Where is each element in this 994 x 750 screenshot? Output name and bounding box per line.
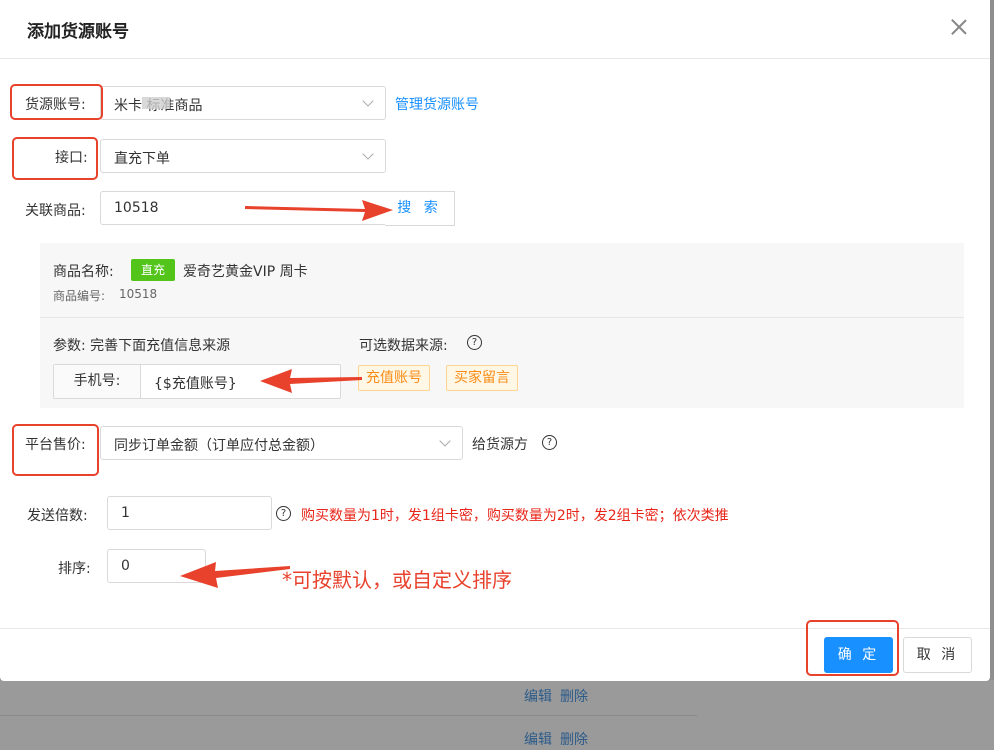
panel-divider [40,317,964,318]
params-label: 参数: 完善下面充值信息来源 [53,338,231,354]
interface-select[interactable]: 直充下单 [100,139,386,173]
delete-link[interactable]: 删除 [560,689,588,705]
chevron-down-icon [362,95,374,107]
background-row-actions: 编辑 删除 [524,686,596,706]
linked-product-label: 关联商品: [25,203,86,219]
phone-field-value: {$充值账号} [154,376,237,392]
annotation-box-platform-price [12,424,99,476]
source-tag-buyer-message[interactable]: 买家留言 [446,365,518,391]
manage-source-account-link[interactable]: 管理货源账号 [395,94,479,114]
sort-input[interactable]: 0 [107,549,206,583]
annotation-box-interface [12,137,98,180]
product-code-label: 商品编号: [53,289,106,303]
platform-price-value: 同步订单金额（订单应付总金额） [114,438,324,454]
optional-source-label: 可选数据来源: [359,338,448,354]
platform-price-select[interactable]: 同步订单金额（订单应付总金额） [100,426,463,460]
product-name-label: 商品名称: [53,264,114,280]
redacted-mask [142,97,170,109]
annotation-box-confirm [806,620,899,676]
help-icon[interactable]: ? [276,506,291,521]
direct-charge-tag: 直充 [131,259,175,281]
search-button[interactable]: 搜 索 [385,191,455,226]
close-icon[interactable] [948,16,970,38]
annotation-box-source-account [10,84,103,120]
phone-field-label: 手机号: [54,365,141,398]
phone-param-input[interactable]: 手机号: {$充值账号} [53,364,341,399]
platform-price-suffix: 给货源方 [472,437,528,453]
modal-header: 添加货源账号 [0,0,990,59]
chevron-down-icon [439,435,451,447]
chevron-down-icon [362,148,374,160]
delete-link[interactable]: 删除 [560,732,588,748]
edit-link[interactable]: 编辑 [524,732,552,748]
help-icon[interactable]: ? [542,435,557,450]
edit-link[interactable]: 编辑 [524,689,552,705]
modal-title: 添加货源账号 [27,22,129,42]
sort-label: 排序: [58,561,91,577]
interface-value: 直充下单 [114,151,170,167]
help-icon[interactable]: ? [467,335,482,350]
cancel-button[interactable]: 取 消 [903,637,972,673]
send-multiplier-hint: 购买数量为1时，发1组卡密，购买数量为2时，发2组卡密；依次类推 [301,508,729,524]
send-multiplier-value: 1 [121,505,130,521]
send-multiplier-input[interactable]: 1 [107,496,272,530]
product-name: 爱奇艺黄金VIP 周卡 [183,264,308,280]
background-row-divider [0,715,697,716]
sort-annotation: *可按默认，或自定义排序 [282,568,512,592]
sort-value: 0 [121,558,130,574]
source-tag-recharge-account[interactable]: 充值账号 [358,365,430,391]
linked-product-input[interactable]: 10518 [100,191,386,225]
send-multiplier-label: 发送倍数: [27,508,88,524]
linked-product-value: 10518 [114,200,159,216]
background-row-actions: 编辑 删除 [524,729,596,749]
add-source-account-modal: 添加货源账号 货源账号: 米卡 标准商品 管理货源账号 接口: 直充下单 关联商… [0,0,990,681]
product-code: 10518 [119,287,158,301]
